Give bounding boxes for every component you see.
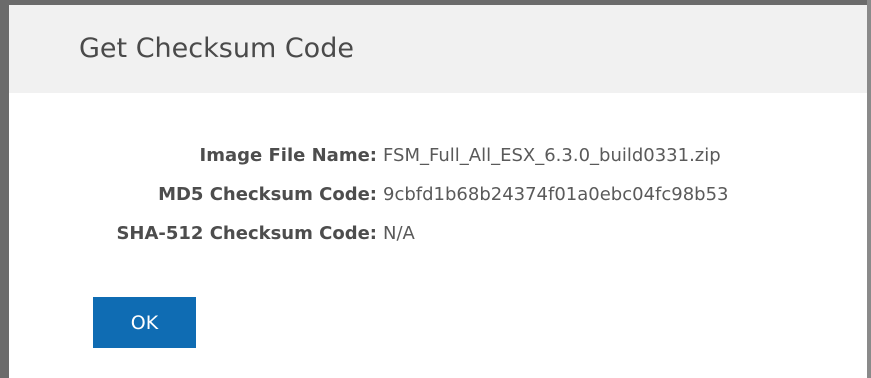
field-row-image-file-name: Image File Name: FSM_Full_All_ESX_6.3.0_… [9,145,867,173]
sha512-checksum-value: N/A [383,223,415,244]
image-file-name-value: FSM_Full_All_ESX_6.3.0_build0331.zip [383,145,721,166]
md5-checksum-value: 9cbfd1b68b24374f01a0ebc04fc98b53 [383,184,729,205]
dialog-header: Get Checksum Code [9,5,867,93]
dialog-border-right [867,0,871,378]
md5-checksum-label: MD5 Checksum Code: [158,184,377,205]
ok-button[interactable]: OK [93,297,196,348]
image-file-name-label: Image File Name: [199,145,377,166]
dialog-body: Image File Name: FSM_Full_All_ESX_6.3.0_… [9,93,867,378]
field-row-md5: MD5 Checksum Code: 9cbfd1b68b24374f01a0e… [9,184,867,212]
sha512-checksum-label: SHA-512 Checksum Code: [116,223,377,244]
dialog-title: Get Checksum Code [79,33,354,64]
checksum-dialog: Get Checksum Code Image File Name: FSM_F… [0,0,871,378]
field-row-sha512: SHA-512 Checksum Code: N/A [9,223,867,251]
dialog-border-left [0,0,9,378]
